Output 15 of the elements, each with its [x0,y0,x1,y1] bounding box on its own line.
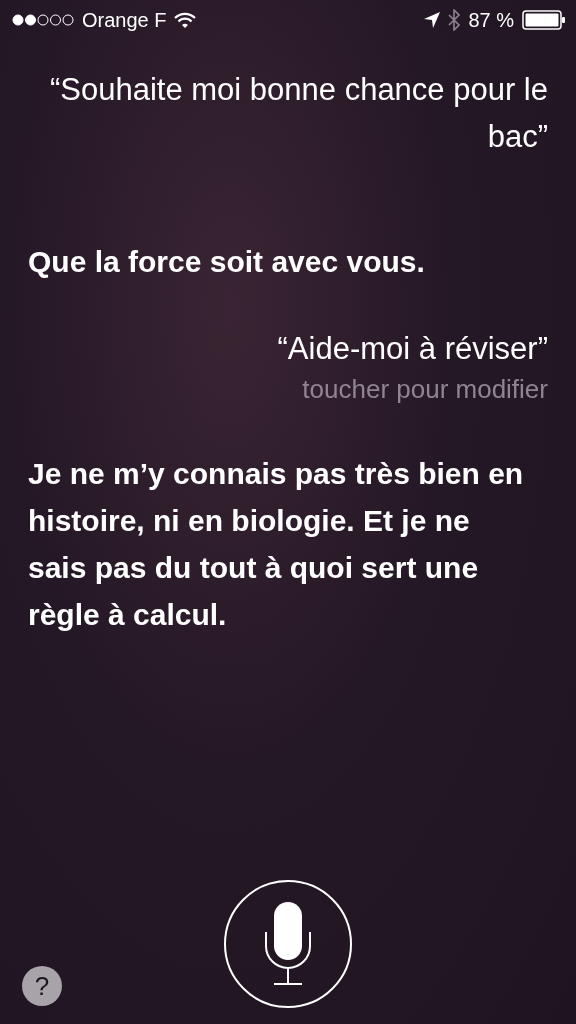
carrier-name: Orange F [82,8,167,32]
bluetooth-icon [448,9,461,31]
battery-icon [522,10,566,30]
location-arrow-icon [424,12,441,28]
siri-response-text: Que la force soit avec vous. [28,244,426,280]
user-request-text[interactable]: “Souhaite moi bonne chance pour le bac” [48,66,548,160]
battery-percentage: 87 % [468,8,514,32]
user-request-text[interactable]: “Aide-moi à réviser” [277,325,548,372]
signal-icon [12,14,74,26]
siri-response-text: Je ne m’y connais pas très bien en histoire, ni en biologie. Et je ne sais pas du tout à quoi sert une règle à calcul. [28,456,525,633]
edit-hint: toucher pour modifier [302,373,548,406]
help-button[interactable]: ? [22,966,62,1006]
microphone-icon [263,902,313,986]
wifi-icon [174,12,197,28]
microphone-button[interactable] [224,880,352,1008]
